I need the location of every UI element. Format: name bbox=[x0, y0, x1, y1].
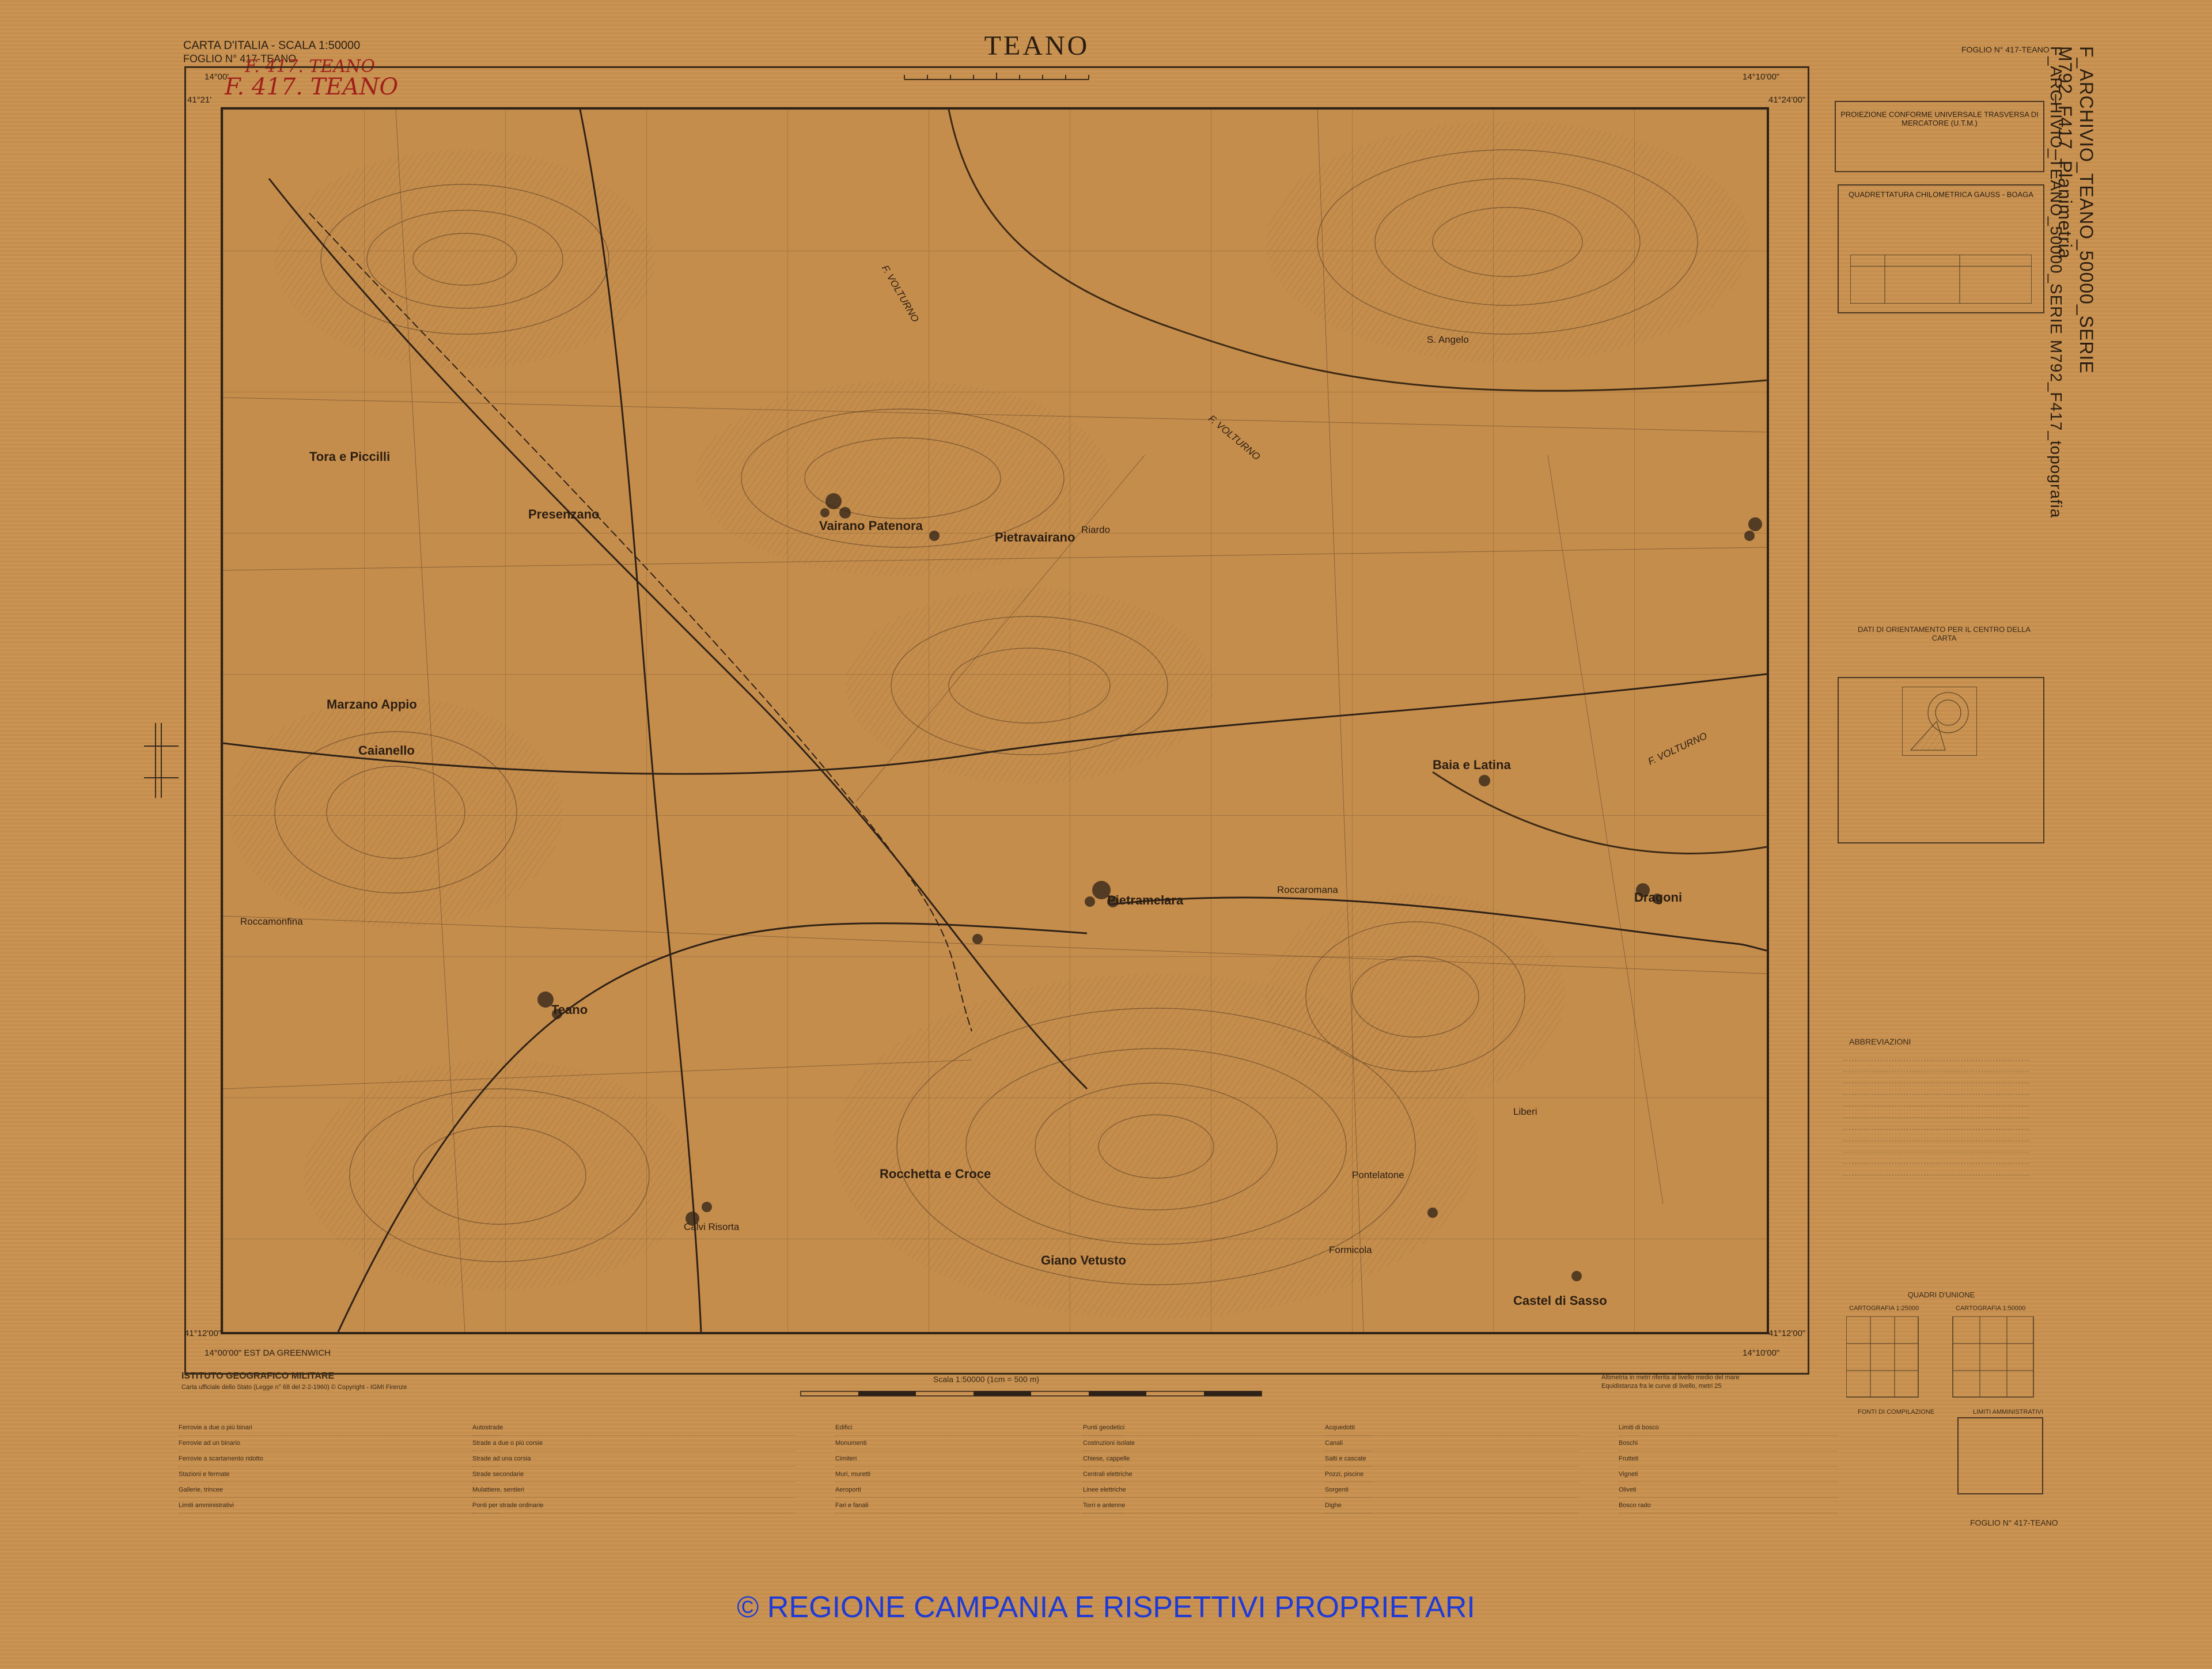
legend-column: Autostrade Strade a due o più corsie Str… bbox=[472, 1420, 795, 1544]
union-diagrams bbox=[1846, 1316, 2034, 1398]
legend-column: Ferrovie a due o più binari Ferrovie ad … bbox=[179, 1420, 501, 1544]
legend-item: Ponti per strade ordinarie bbox=[472, 1498, 795, 1513]
place-label: Castel di Sasso bbox=[1513, 1293, 1607, 1308]
coord-top-left: 14°00' bbox=[204, 72, 229, 82]
place-label: Calvi Risorta bbox=[684, 1221, 740, 1232]
place-label: Pontelatone bbox=[1352, 1170, 1404, 1180]
legend-column: Limiti di bosco Boschi Frutteti Vigneti … bbox=[1619, 1420, 1838, 1544]
coord-bottom-left: 14°00'00" EST DA GREENWICH bbox=[204, 1348, 331, 1358]
equidistance-note: Equidistanza fra le curve di livello, me… bbox=[1601, 1383, 1722, 1390]
place-label: Presenzano bbox=[528, 507, 600, 521]
coord-top-right: 14°10'00" bbox=[1743, 72, 1780, 82]
legend-item: Gallerie, trincee bbox=[179, 1482, 501, 1498]
legend-item: Aeroporti bbox=[835, 1482, 1123, 1498]
sheet-number-bottom-right: FOGLIO N° 417-TEANO bbox=[1970, 1518, 2058, 1527]
place-label: Vairano Patenora bbox=[819, 519, 923, 533]
limits-title: LIMITI AMMINISTRATIVI bbox=[1973, 1409, 2044, 1416]
archive-label: F_ARCHIVIO_TEANO_50000_SERIE M792_F417_P… bbox=[2055, 46, 2097, 374]
grid-title: QUADRETTATURA CHILOMETRICA GAUSS - BOAGA bbox=[1849, 190, 2033, 199]
institute-name: ISTITUTO GEOGRAFICO MILITARE bbox=[181, 1371, 335, 1381]
place-label: Formicola bbox=[1329, 1244, 1372, 1255]
legend-item: Acquedotti bbox=[1325, 1420, 1578, 1436]
grid-table bbox=[1850, 255, 2032, 304]
legend-item: Salti e cascate bbox=[1325, 1451, 1578, 1467]
legend-item: Limiti di bosco bbox=[1619, 1420, 1838, 1436]
legend-item: Cimiteri bbox=[835, 1451, 1123, 1467]
legend-item: Fari e fanali bbox=[835, 1498, 1123, 1513]
coord-lat-top-left: 41°21' bbox=[187, 95, 212, 105]
official-note: Carta ufficiale dello Stato (Legge n° 68… bbox=[181, 1384, 407, 1391]
registration-mark bbox=[144, 723, 179, 798]
legend-item: Boschi bbox=[1619, 1436, 1838, 1451]
copyright-notice: © REGIONE CAMPANIA E RISPETTIVI PROPRIET… bbox=[737, 1591, 1475, 1624]
legend-item: Ferrovie ad un binario bbox=[179, 1436, 501, 1451]
altimetry-note: Altimetria in metri riferita al livello … bbox=[1601, 1374, 1740, 1381]
projection-title: PROIEZIONE CONFORME UNIVERSALE TRASVERSA… bbox=[1840, 110, 2039, 127]
legend-item: Canali bbox=[1325, 1436, 1578, 1451]
legend-item: Frutteti bbox=[1619, 1451, 1838, 1467]
grid-panel: QUADRETTATURA CHILOMETRICA GAUSS - BOAGA bbox=[1838, 184, 2044, 313]
union-title: QUADRI D'UNIONE bbox=[1907, 1290, 1975, 1299]
legend-item: Edifici bbox=[835, 1420, 1123, 1436]
legend-item: Pozzi, piscine bbox=[1325, 1467, 1578, 1482]
legend-item: Dighe bbox=[1325, 1498, 1578, 1513]
place-label: Roccaromana bbox=[1277, 884, 1338, 895]
place-label: Teano bbox=[551, 1002, 588, 1017]
place-label: Baia e Latina bbox=[1433, 758, 1511, 772]
legend-item: Ferrovie a scartamento ridotto bbox=[179, 1451, 501, 1467]
legend-item: Stazioni e fermate bbox=[179, 1467, 501, 1482]
declination-diagram bbox=[1902, 687, 1977, 756]
legend-item: Strade ad una corsia bbox=[472, 1451, 795, 1467]
legend-item: Oliveti bbox=[1619, 1482, 1838, 1498]
legend-item: Strade secondarie bbox=[472, 1467, 795, 1482]
place-label: Giano Vetusto bbox=[1041, 1253, 1126, 1267]
legend-item: Monumenti bbox=[835, 1436, 1123, 1451]
place-label: Roccamonfina bbox=[240, 916, 303, 927]
compilation-title: FONTI DI COMPILAZIONE bbox=[1858, 1409, 1935, 1416]
scale-bar bbox=[800, 1391, 1262, 1396]
place-label: Pietravairano bbox=[995, 530, 1075, 544]
sheet-title: TEANO bbox=[984, 31, 1090, 61]
coord-bottom-right: 14°10'00" bbox=[1743, 1348, 1780, 1358]
place-label: Riardo bbox=[1081, 524, 1111, 535]
scale-label: Scala 1:50000 (1cm = 500 m) bbox=[933, 1375, 1040, 1384]
topographic-map[interactable]: Presenzano Pietravairano Vairano Patenor… bbox=[221, 107, 1769, 1334]
place-label: Tora e Piccilli bbox=[309, 449, 391, 464]
abbreviations-list bbox=[1843, 1059, 2031, 1176]
legend-item: Muri, muretti bbox=[835, 1467, 1123, 1482]
coord-lat-top-right: 41°24'00" bbox=[1768, 95, 1806, 105]
place-label: S. Angelo bbox=[1427, 334, 1469, 345]
place-label: Pietramelara bbox=[1107, 893, 1184, 907]
place-label: Marzano Appio bbox=[327, 697, 417, 711]
abbreviations-title: ABBREVIAZIONI bbox=[1849, 1037, 1911, 1046]
legend-column: Acquedotti Canali Salti e cascate Pozzi,… bbox=[1325, 1420, 1578, 1544]
legend-item: Bosco rado bbox=[1619, 1498, 1838, 1513]
legend-item: Strade a due o più corsie bbox=[472, 1436, 795, 1451]
place-label: Rocchetta e Croce bbox=[880, 1167, 991, 1181]
union-right-title: CARTOGRAFIA 1:50000 bbox=[1956, 1305, 2026, 1312]
legend-item: Sorgenti bbox=[1325, 1482, 1578, 1498]
legend-item: Limiti amministrativi bbox=[179, 1498, 501, 1513]
place-label: Dragoni bbox=[1634, 890, 1683, 904]
orientation-title: DATI DI ORIENTAMENTO PER IL CENTRO DELLA… bbox=[1857, 625, 2031, 642]
coord-lat-bottom-left: 41°12'00" bbox=[184, 1329, 222, 1338]
limits-panel bbox=[1957, 1417, 2043, 1494]
union-left-title: CARTOGRAFIA 1:25000 bbox=[1849, 1305, 1919, 1312]
series-title: CARTA D'ITALIA - SCALA 1:50000 bbox=[183, 39, 361, 52]
coord-lat-bottom-right: 41°12'00" bbox=[1768, 1329, 1806, 1338]
legend-column: Edifici Monumenti Cimiteri Muri, muretti… bbox=[835, 1420, 1123, 1544]
orientation-panel bbox=[1838, 677, 2044, 843]
legend-item: Vigneti bbox=[1619, 1467, 1838, 1482]
place-label: Liberi bbox=[1513, 1106, 1537, 1117]
legend-item: Ferrovie a due o più binari bbox=[179, 1420, 501, 1436]
projection-panel: PROIEZIONE CONFORME UNIVERSALE TRASVERSA… bbox=[1835, 101, 2044, 172]
legend-item: Autostrade bbox=[472, 1420, 795, 1436]
legend-item: Mulattiere, sentieri bbox=[472, 1482, 795, 1498]
map-linework bbox=[223, 109, 1767, 1332]
place-label: Caianello bbox=[358, 743, 415, 758]
